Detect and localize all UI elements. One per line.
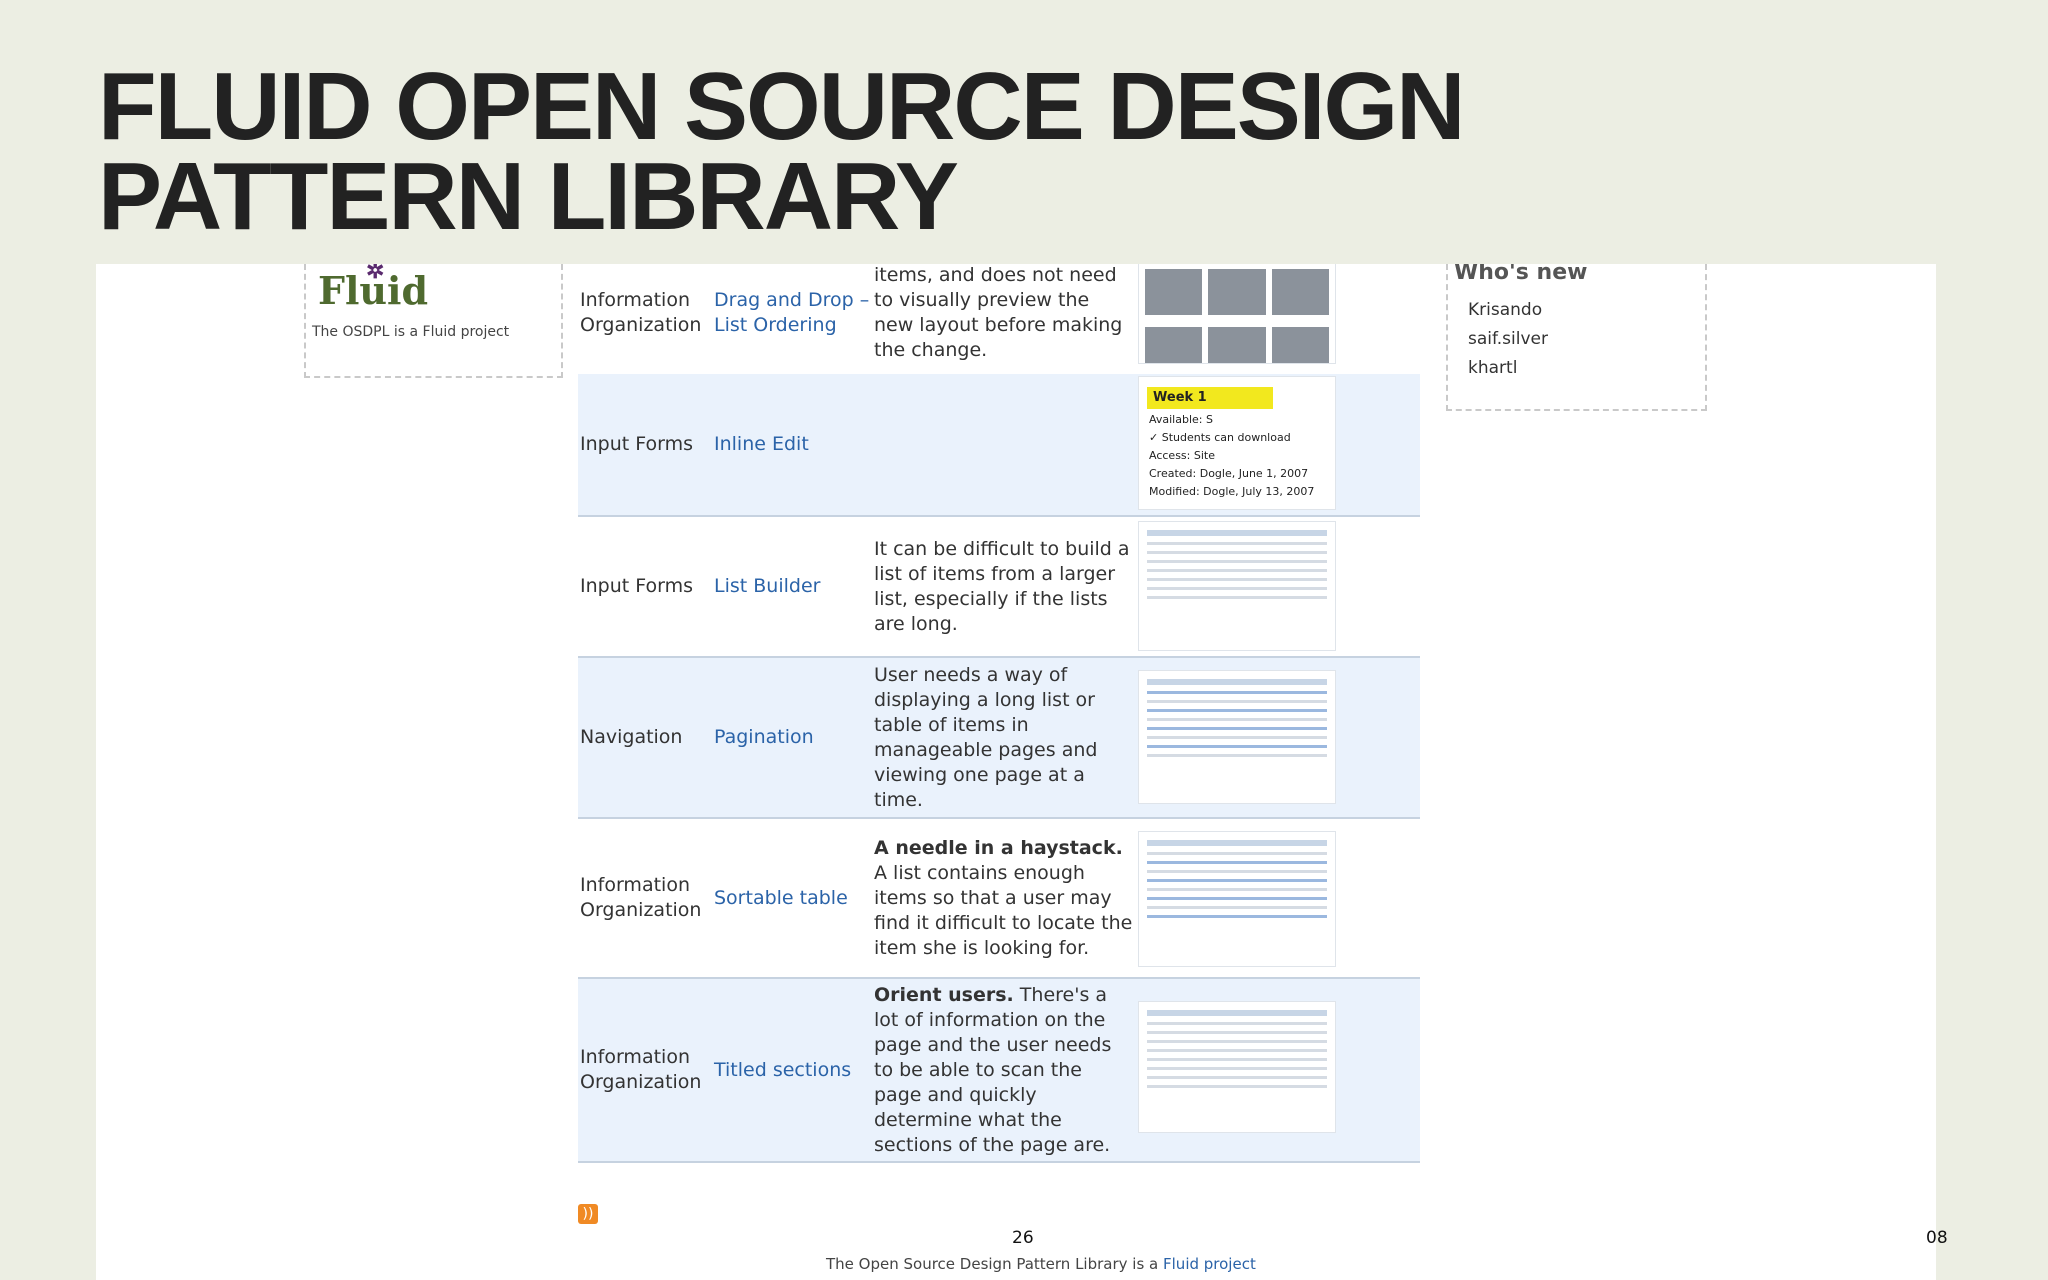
pattern-thumbnail[interactable]: [1138, 831, 1336, 967]
pattern-thumbnail[interactable]: Week 1 Available: S ✓ Students can downl…: [1138, 376, 1336, 510]
site-footer: The Open Source Design Pattern Library i…: [826, 1255, 1256, 1273]
user-link[interactable]: khartl: [1468, 354, 1548, 383]
pattern-category: Information Organization: [580, 874, 702, 921]
pattern-category: Information Organization: [580, 289, 702, 336]
pattern-thumbnail[interactable]: [1138, 670, 1336, 804]
slide-page-number: 26: [1012, 1228, 1034, 1248]
table-row: Navigation Pagination User needs a way o…: [578, 658, 1420, 819]
pattern-description: It can be difficult to build a list of i…: [874, 537, 1130, 635]
table-row: Information Organization Sortable table …: [578, 819, 1420, 979]
pattern-description: User needs a way of displaying a long li…: [874, 663, 1098, 811]
pattern-thumbnail[interactable]: [1138, 521, 1336, 651]
pattern-thumbnail[interactable]: [1138, 1001, 1336, 1133]
footer-text: The Open Source Design Pattern Library i…: [826, 1255, 1164, 1273]
pattern-link[interactable]: Titled sections: [714, 1058, 874, 1083]
table-row: Information Organization Titled sections…: [578, 979, 1420, 1163]
pattern-category: Information Organization: [580, 1046, 702, 1093]
inline-edit-heading: Week 1: [1147, 387, 1273, 409]
slide-title-line-1: FLUID OPEN SOURCE DESIGN: [98, 53, 1465, 160]
pattern-category: Navigation: [580, 726, 683, 748]
pattern-description: Orient users. There's a lot of informati…: [874, 983, 1112, 1156]
fluid-caption: The OSDPL is a Fluid project: [312, 324, 510, 340]
whos-new-heading: Who's new: [1454, 264, 1588, 285]
table-row: Input Forms List Builder It can be diffi…: [578, 517, 1420, 658]
partial-page-number: 08: [1926, 1228, 1948, 1248]
fluid-star-icon: ✲: [366, 264, 385, 284]
pattern-category: Input Forms: [580, 433, 693, 455]
pattern-category: Input Forms: [580, 575, 693, 597]
pattern-thumbnail[interactable]: [1138, 264, 1336, 364]
slide-title: FLUID OPEN SOURCE DESIGN PATTERN LIBRARY: [98, 53, 1798, 250]
table-row: Input Forms Inline Edit Week 1 Available…: [578, 374, 1420, 517]
fluid-logo[interactable]: Fluid ✲: [318, 264, 428, 313]
pattern-link[interactable]: Sortable table: [714, 886, 874, 911]
table-row: Information Organization Drag and Drop –…: [578, 264, 1420, 376]
pattern-description: A needle in a haystack. A list contains …: [874, 836, 1133, 959]
pattern-link[interactable]: List Builder: [714, 574, 874, 599]
fluid-project-box: Fluid ✲ The OSDPL is a Fluid project: [304, 264, 563, 378]
browser-screenshot: Fluid ✲ The OSDPL is a Fluid project Who…: [96, 264, 1936, 1280]
pattern-description: items, and does not need to visually pre…: [874, 264, 1123, 361]
inline-edit-lines: Available: S ✓ Students can download Acc…: [1149, 413, 1315, 498]
user-link[interactable]: saif.silver: [1468, 325, 1548, 354]
user-link[interactable]: Krisando: [1468, 296, 1548, 325]
pattern-link[interactable]: Inline Edit: [714, 432, 874, 457]
fluid-project-link[interactable]: Fluid project: [1163, 1255, 1256, 1273]
pattern-link[interactable]: Drag and Drop – List Ordering: [714, 288, 874, 338]
whos-new-list: Krisando saif.silver khartl: [1468, 296, 1548, 383]
rss-feed-icon[interactable]: )): [578, 1204, 598, 1224]
slide-title-line-2: PATTERN LIBRARY: [98, 143, 959, 250]
whos-new-box: Who's new Krisando saif.silver khartl: [1446, 264, 1707, 411]
pattern-link[interactable]: Pagination: [714, 725, 874, 750]
